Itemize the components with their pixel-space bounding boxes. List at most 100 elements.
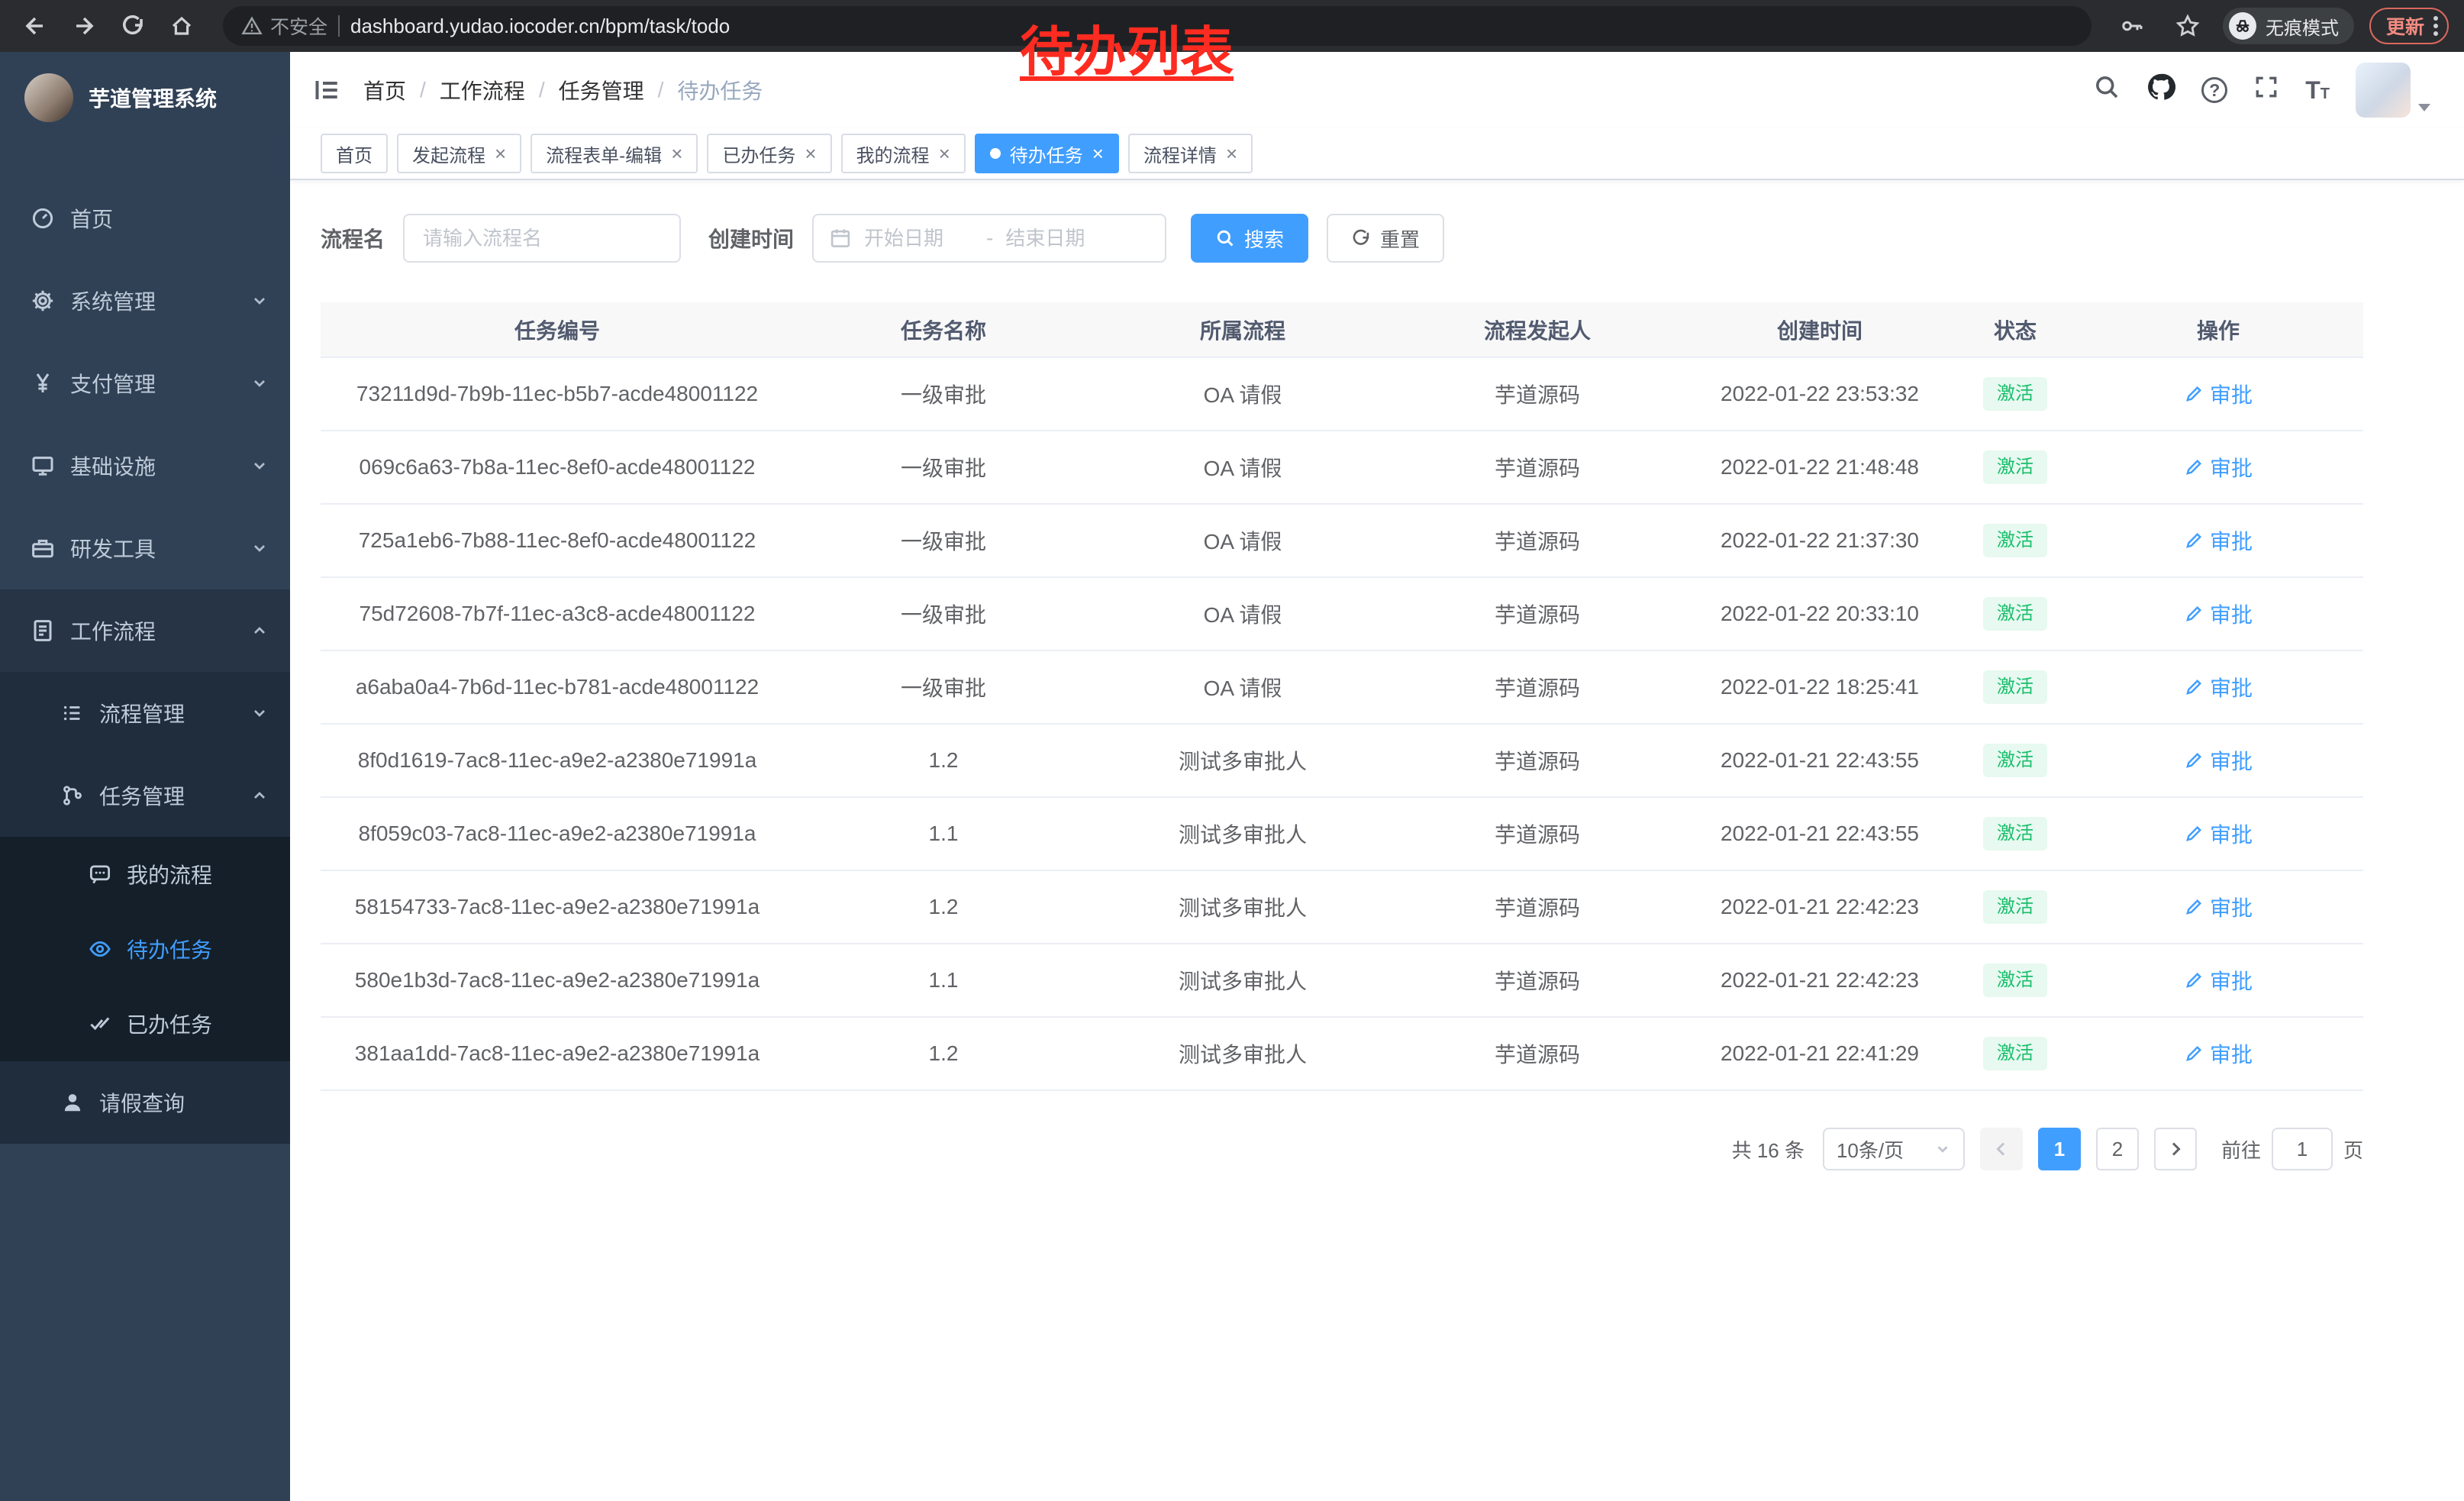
help-button[interactable]: ? (2201, 77, 2227, 103)
tab-done-tasks[interactable]: 已办任务 × (707, 134, 831, 173)
sidebar-item-home[interactable]: 首页 (0, 177, 290, 260)
tab-close-icon[interactable]: × (1092, 144, 1104, 163)
approve-link[interactable]: 审批 (2184, 745, 2253, 776)
browser-menu-icon[interactable] (2433, 16, 2438, 36)
reload-icon (121, 14, 145, 38)
fullscreen-button[interactable] (2253, 74, 2279, 106)
app-logo-row[interactable]: 芋道管理系统 (0, 52, 290, 144)
table-header-row: 任务编号 任务名称 所属流程 流程发起人 创建时间 状态 操作 (321, 302, 2363, 357)
cell-task-name: 一级审批 (794, 431, 1093, 504)
github-link[interactable] (2146, 73, 2175, 108)
tab-close-icon[interactable]: × (939, 144, 950, 163)
tab-process-detail[interactable]: 流程详情 × (1128, 134, 1253, 173)
cell-task-name: 一级审批 (794, 504, 1093, 577)
column-header-initiator: 流程发起人 (1392, 302, 1682, 357)
sidebar-item-my-process[interactable]: 我的流程 (0, 837, 290, 912)
browser-home-button[interactable] (162, 6, 202, 46)
workflow-icon (31, 618, 55, 643)
user-menu[interactable] (2356, 63, 2430, 118)
next-page-button[interactable] (2154, 1128, 2197, 1170)
sidebar-item-workflow[interactable]: 工作流程 (0, 589, 290, 672)
chevron-left-icon (1992, 1140, 2011, 1158)
start-date-input[interactable] (864, 227, 974, 250)
end-date-input[interactable] (1005, 227, 1115, 250)
approve-link[interactable]: 审批 (2184, 599, 2253, 629)
bookmark-star-button[interactable] (2168, 6, 2208, 46)
cell-task-id: 069c6a63-7b8a-11ec-8ef0-acde48001122 (321, 431, 794, 504)
goto-label: 前往 (2221, 1135, 2261, 1164)
sidebar-item-leave-query[interactable]: 请假查询 (0, 1061, 290, 1144)
pagination: 共 16 条 10条/页 1 2 前往 页 (321, 1128, 2363, 1170)
cell-process: 测试多审批人 (1093, 870, 1392, 944)
active-tab-dot (990, 148, 1001, 159)
column-header-task-name: 任务名称 (794, 302, 1093, 357)
tab-label: 发起流程 (412, 140, 485, 167)
page-size-select[interactable]: 10条/页 (1823, 1128, 1965, 1170)
approve-link[interactable]: 审批 (2184, 818, 2253, 849)
key-icon (2121, 14, 2145, 38)
browser-forward-button[interactable] (64, 6, 104, 46)
tab-todo-tasks[interactable]: 待办任务 × (975, 134, 1119, 173)
goto-page-input[interactable] (2272, 1128, 2333, 1170)
update-label: 更新 (2386, 12, 2424, 40)
page-url: dashboard.yudao.iocoder.cn/bpm/task/todo (350, 15, 730, 38)
security-status[interactable]: 不安全 (241, 12, 327, 40)
edit-icon (2184, 970, 2204, 990)
sidebar-item-infra[interactable]: 基础设施 (0, 424, 290, 507)
column-header-status: 状态 (1957, 302, 2073, 357)
tab-close-icon[interactable]: × (495, 144, 506, 163)
tab-close-icon[interactable]: × (671, 144, 682, 163)
status-badge: 激活 (1983, 744, 2047, 776)
approve-link[interactable]: 审批 (2184, 672, 2253, 702)
table-row: 381aa1dd-7ac8-11ec-a9e2-a2380e71991a 1.2… (321, 1017, 2363, 1090)
tab-close-icon[interactable]: × (805, 144, 816, 163)
tab-start-process[interactable]: 发起流程 × (397, 134, 521, 173)
search-button[interactable]: 搜索 (1191, 214, 1308, 263)
sidebar-item-payment[interactable]: 支付管理 (0, 342, 290, 424)
status-badge: 激活 (1983, 964, 2047, 996)
sidebar-item-devtools[interactable]: 研发工具 (0, 507, 290, 589)
password-key-button[interactable] (2113, 6, 2153, 46)
table-row: 8f0d1619-7ac8-11ec-a9e2-a2380e71991a 1.2… (321, 724, 2363, 797)
warning-triangle-icon (241, 15, 263, 37)
sidebar-collapse-button[interactable] (311, 75, 342, 105)
cell-task-name: 1.2 (794, 870, 1093, 944)
tab-home[interactable]: 首页 (321, 134, 388, 173)
approve-link[interactable]: 审批 (2184, 525, 2253, 556)
sidebar-item-process-management[interactable]: 流程管理 (0, 672, 290, 754)
address-bar[interactable]: 不安全 dashboard.yudao.iocoder.cn/bpm/task/… (223, 6, 2091, 46)
prev-page-button[interactable] (1980, 1128, 2023, 1170)
tab-my-process[interactable]: 我的流程 × (841, 134, 966, 173)
cell-initiator: 芋道源码 (1392, 1017, 1682, 1090)
header-search-button[interactable] (2093, 73, 2121, 107)
tab-close-icon[interactable]: × (1226, 144, 1237, 163)
browser-reload-button[interactable] (113, 6, 153, 46)
approve-link[interactable]: 审批 (2184, 965, 2253, 996)
approve-link[interactable]: 审批 (2184, 1038, 2253, 1069)
breadcrumb-item[interactable]: 首页 (363, 75, 406, 105)
status-badge: 激活 (1983, 597, 2047, 630)
table-row: 8f059c03-7ac8-11ec-a9e2-a2380e71991a 1.1… (321, 797, 2363, 870)
search-icon (2093, 73, 2121, 101)
browser-update-button[interactable]: 更新 (2369, 8, 2449, 44)
process-name-label: 流程名 (321, 223, 385, 253)
reset-button[interactable]: 重置 (1327, 214, 1444, 263)
cell-initiator: 芋道源码 (1392, 944, 1682, 1017)
sidebar-item-todo-tasks[interactable]: 待办任务 (0, 912, 290, 986)
sidebar-item-task-management[interactable]: 任务管理 (0, 754, 290, 837)
browser-back-button[interactable] (15, 6, 55, 46)
sidebar-item-system[interactable]: 系统管理 (0, 260, 290, 342)
page-button-2[interactable]: 2 (2096, 1128, 2139, 1170)
tab-form-edit[interactable]: 流程表单-编辑 × (531, 134, 698, 173)
approve-link[interactable]: 审批 (2184, 452, 2253, 483)
sidebar-item-done-tasks[interactable]: 已办任务 (0, 986, 290, 1061)
approve-link[interactable]: 审批 (2184, 892, 2253, 922)
approve-link[interactable]: 审批 (2184, 379, 2253, 409)
breadcrumb-item[interactable]: 工作流程 (440, 75, 525, 105)
breadcrumb-item[interactable]: 任务管理 (559, 75, 644, 105)
date-range-picker[interactable]: - (812, 214, 1166, 263)
sidebar-item-label: 任务管理 (99, 780, 235, 811)
process-name-input[interactable] (403, 214, 681, 263)
font-size-button[interactable]: TT (2305, 78, 2330, 102)
page-button-1[interactable]: 1 (2038, 1128, 2081, 1170)
